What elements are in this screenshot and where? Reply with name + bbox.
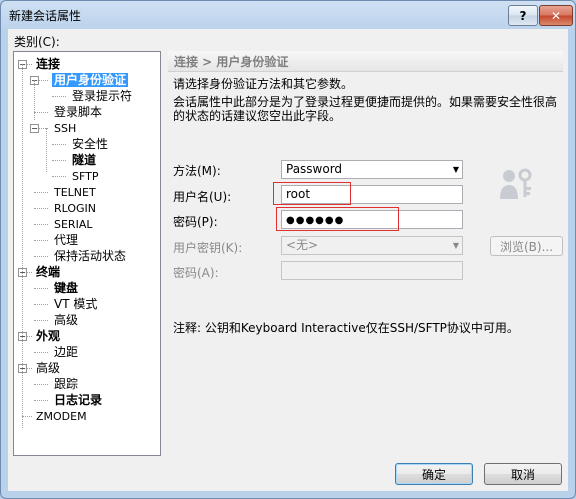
tree-item[interactable]: 键盘 [52,280,80,296]
dialog-client: 类别(C): 连接 − 用户身份验证 − 登录提示符 登录脚本 SSH − 安全性 隧道 SFTP T… [8,29,568,491]
method-label: 方法(M): [173,164,221,178]
description-line-1: 请选择身份验证方法和其它参数。 [173,77,354,91]
tree-item[interactable]: 跟踪 [52,376,80,392]
note-text: 注释: 公钥和Keyboard Interactive仅在SSH/SFTP协议中… [173,321,519,335]
tree-connector [34,256,48,257]
tree-item[interactable]: SERIAL [52,216,94,232]
tree-item[interactable]: 代理 [52,232,80,248]
collapse-toggle-icon[interactable]: − [30,124,39,133]
tree-connector [34,352,48,353]
highlight-box-username [273,182,351,205]
tree-connector [52,176,66,177]
chevron-down-icon: ▼ [452,165,459,174]
window-title: 新建会话属性 [9,9,82,23]
tree-item-label: 保持活动状态 [54,249,127,263]
tree-item[interactable]: 保持活动状态 [52,248,128,264]
help-button[interactable]: ? [508,5,538,26]
close-button[interactable]: ✕ [539,5,573,26]
tree-item-label: 键盘 [54,281,79,295]
tree-item-label: 外观 [36,329,61,343]
tree-item-label: 日志记录 [54,393,103,407]
tree-item[interactable]: TELNET [52,184,98,200]
tree-item[interactable]: SFTP [70,168,100,184]
tree-item-label: TELNET [54,186,96,199]
tree-connector [34,208,48,209]
user-key-label: 用户密钥(K): [173,241,243,255]
tree-connector [52,96,66,97]
title-bar: 新建会话属性 ? ✕ [1,1,575,29]
tree-item-label: 代理 [54,233,79,247]
tree-item[interactable]: 连接 [34,56,62,72]
tree-guide-line [22,64,23,428]
tree-item-label: SSH [54,122,77,135]
highlight-box-password [276,207,399,231]
ok-button[interactable]: 确定 [395,463,473,485]
section-header-text: 连接 > 用户身份验证 [174,55,289,69]
tree-item[interactable]: 登录脚本 [52,104,104,120]
tree-item-label: 登录提示符 [72,89,133,103]
tree-guide-line [46,128,47,172]
cancel-button[interactable]: 取消 [484,463,562,485]
tree-connector [34,400,48,401]
tree-item-label: 高级 [54,313,79,327]
tree-item-label: 终端 [36,265,61,279]
tree-item-label: 隧道 [72,153,97,167]
tree-connector [34,240,48,241]
passphrase-label: 密码(A): [173,266,219,280]
password-label: 密码(P): [173,215,218,229]
tree-connector [34,304,48,305]
tree-item-label: ZMODEM [36,410,87,423]
category-tree[interactable]: 连接 − 用户身份验证 − 登录提示符 登录脚本 SSH − 安全性 隧道 SFTP TELNET RL… [13,51,161,456]
tree-connector [34,320,48,321]
tree-item[interactable]: 高级 [34,360,62,376]
tree-item-label: 边距 [54,345,79,359]
tree-item[interactable]: 登录提示符 [70,88,134,104]
tree-item[interactable]: 终端 [34,264,62,280]
tree-connector [34,224,48,225]
tree-item-label: SERIAL [54,218,93,231]
tree-item[interactable]: SSH [52,120,78,136]
tree-item-label: RLOGIN [54,202,97,215]
tree-item-label: 高级 [36,361,61,375]
method-select-value: Password [286,162,343,176]
method-select[interactable]: Password ▼ [281,160,463,179]
tree-connector [52,160,66,161]
tree-guide-line [34,80,35,120]
tree-connector [34,112,48,113]
passphrase-input[interactable] [281,261,463,280]
tree-connector [22,416,32,417]
tree-item[interactable]: 外观 [34,328,62,344]
tree-item[interactable]: RLOGIN [52,200,98,216]
tree-item-label: SFTP [72,170,99,183]
tree-item-label: 用户身份验证 [52,73,129,87]
tree-connector [34,288,48,289]
tree-item-label: VT 模式 [54,297,98,311]
description-line-2: 会话属性中此部分是为了登录过程更便捷而提供的。如果需要安全性很高 [173,95,558,109]
tree-connector [34,192,48,193]
username-label: 用户名(U): [173,190,232,204]
tree-item[interactable]: 安全性 [70,136,110,152]
browse-button[interactable]: 浏览(B)... [490,236,563,256]
user-key-select-value: <无> [286,238,319,252]
user-key-icon [500,168,532,199]
description-line-3: 的状态的话建议您空出此字段。 [173,109,342,123]
tree-item[interactable]: ZMODEM [34,408,89,424]
tree-item[interactable]: 边距 [52,344,80,360]
tree-item[interactable]: 隧道 [70,152,98,168]
tree-connector [52,144,66,145]
tree-item-label: 登录脚本 [54,105,103,119]
tree-item-label: 安全性 [72,137,109,151]
chevron-down-icon: ▼ [452,241,459,250]
tree-connector [34,384,48,385]
user-key-select[interactable]: <无> ▼ [281,236,463,255]
section-header: 连接 > 用户身份验证 [168,51,563,72]
dialog-window: 新建会话属性 ? ✕ 类别(C): 连接 − 用户身份验证 − 登录提示符 登录脚本 SSH… [0,0,576,499]
tree-item-label: 跟踪 [54,377,79,391]
tree-item[interactable]: 高级 [52,312,80,328]
tree-item-label: 连接 [36,57,61,71]
tree-item[interactable]: 日志记录 [52,392,104,408]
category-label: 类别(C): [14,35,60,49]
tree-item[interactable]: VT 模式 [52,296,99,312]
tree-item[interactable]: 用户身份验证 [52,72,129,88]
